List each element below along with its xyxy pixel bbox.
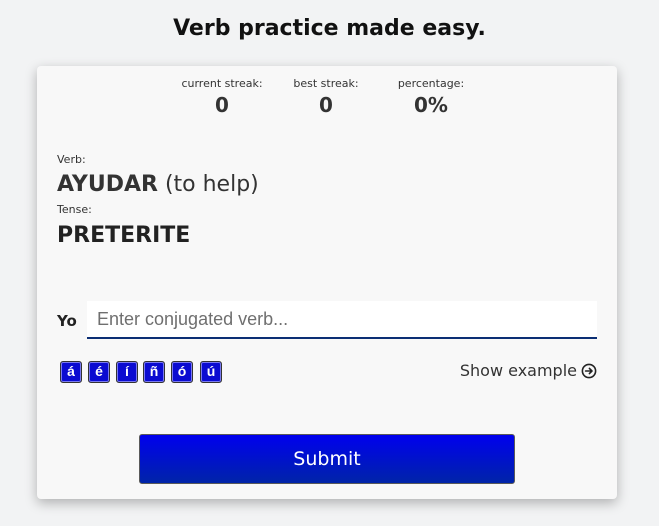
stats-row: current streak: 0 best streak: 0 percent…: [37, 77, 617, 127]
accent-u-button[interactable]: ú: [200, 361, 222, 383]
submit-button[interactable]: Submit: [139, 434, 515, 484]
accent-i-button[interactable]: í: [116, 361, 138, 383]
verb-label: Verb:: [57, 153, 86, 166]
best-streak-value: 0: [319, 93, 333, 117]
verb-translation: (to help): [164, 172, 259, 197]
current-streak-label: current streak:: [181, 77, 263, 90]
current-streak-stat: current streak: 0: [176, 77, 268, 117]
current-streak-value: 0: [215, 93, 229, 117]
accent-o-button[interactable]: ó: [171, 361, 193, 383]
verb-display: AYUDAR (to help): [57, 172, 259, 197]
show-example-label: Show example: [459, 361, 577, 380]
conjugated-verb-input[interactable]: [87, 301, 597, 339]
tense-label: Tense:: [57, 203, 92, 216]
show-example-link[interactable]: Show example: [460, 361, 597, 380]
best-streak-label: best streak:: [293, 77, 359, 90]
practice-card: current streak: 0 best streak: 0 percent…: [37, 66, 617, 499]
page-title: Verb practice made easy.: [173, 16, 486, 41]
tense-value: PRETERITE: [57, 223, 191, 248]
accent-a-button[interactable]: á: [60, 361, 82, 383]
verb-name: AYUDAR: [57, 172, 158, 197]
accent-n-button[interactable]: ñ: [143, 361, 165, 383]
percentage-value: 0%: [414, 93, 448, 117]
circle-arrow-right-icon: [581, 363, 597, 379]
percentage-stat: percentage: 0%: [390, 77, 472, 117]
best-streak-stat: best streak: 0: [285, 77, 367, 117]
accent-e-button[interactable]: é: [88, 361, 110, 383]
percentage-label: percentage:: [397, 77, 465, 90]
pronoun-label: Yo: [57, 312, 77, 330]
